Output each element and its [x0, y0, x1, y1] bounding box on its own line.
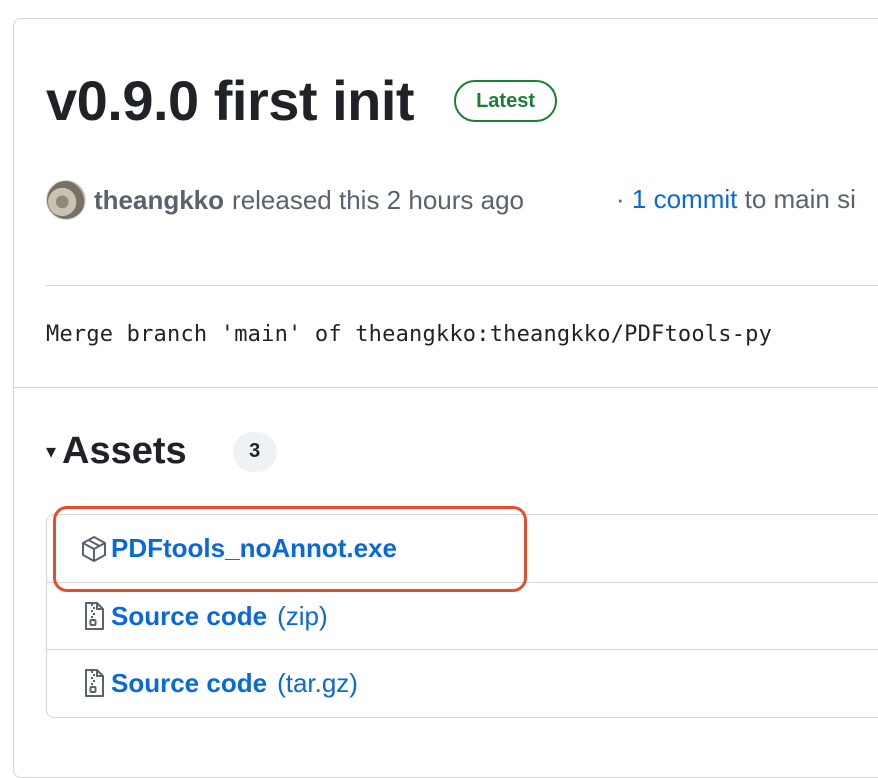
asset-link[interactable]: PDFtools_noAnnot.exe	[111, 533, 397, 564]
commit-info: · 1 commit to main si	[616, 184, 856, 215]
file-zip-icon	[81, 668, 107, 698]
asset-format[interactable]: (zip)	[277, 601, 328, 632]
release-meta: theangkko released this 2 hours ago	[46, 180, 524, 220]
asset-item[interactable]: Source code (tar.gz)	[47, 649, 878, 716]
commit-count-link[interactable]: 1 commit	[632, 184, 737, 214]
commit-target-text: to main si	[744, 184, 856, 214]
package-icon	[81, 534, 107, 564]
release-title[interactable]: v0.9.0 first init	[46, 66, 415, 136]
release-notes: Merge branch 'main' of theangkko:theangk…	[46, 322, 773, 347]
asset-link[interactable]: Source code	[111, 601, 267, 632]
assets-toggle[interactable]: ▾ Assets 3	[46, 430, 277, 473]
separator-dot: ·	[616, 184, 625, 214]
divider	[13, 387, 878, 388]
author-link[interactable]: theangkko	[94, 185, 224, 216]
asset-item[interactable]: Source code (zip)	[47, 582, 878, 649]
caret-down-icon: ▾	[46, 441, 57, 463]
divider	[46, 285, 878, 286]
asset-format[interactable]: (tar.gz)	[277, 668, 358, 699]
file-zip-icon	[81, 601, 107, 631]
assets-list: PDFtools_noAnnot.exe Source code (zip) S…	[46, 514, 878, 718]
assets-heading: Assets	[62, 430, 187, 472]
latest-badge: Latest	[454, 80, 557, 122]
asset-link[interactable]: Source code	[111, 668, 267, 699]
assets-count-badge: 3	[232, 431, 277, 472]
release-header: v0.9.0 first init Latest	[46, 66, 557, 136]
asset-item[interactable]: PDFtools_noAnnot.exe	[47, 515, 878, 582]
released-time-text: released this 2 hours ago	[232, 184, 524, 215]
avatar[interactable]	[46, 180, 86, 220]
